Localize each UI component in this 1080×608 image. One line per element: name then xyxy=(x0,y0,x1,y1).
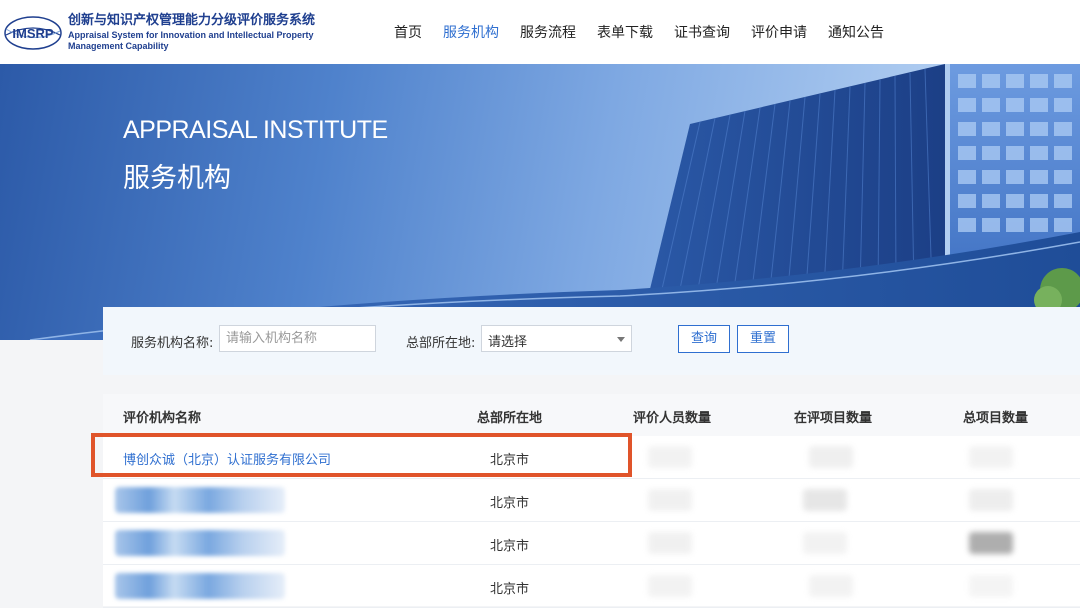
building-illustration xyxy=(29,64,1080,340)
nav-item-notices[interactable]: 通知公告 xyxy=(828,22,884,42)
column-header-institution-name: 评价机构名称 xyxy=(123,411,202,426)
brand-block: 创新与知识产权管理能力分级评价服务系统 Appraisal System for… xyxy=(68,12,315,52)
headquarters-label: 总部所在地: xyxy=(406,336,476,351)
main-nav: 首页 服务机构 服务流程 表单下载 证书查询 评价申请 通知公告 xyxy=(394,0,905,64)
query-button[interactable]: 查询 xyxy=(678,325,730,353)
redacted-ongoing-projects xyxy=(809,446,853,468)
nav-item-certificate-query[interactable]: 证书查询 xyxy=(674,22,730,42)
brand-title-en-line1: Appraisal System for Innovation and Inte… xyxy=(68,30,314,40)
redacted-ongoing-projects xyxy=(803,489,847,511)
table-row: 北京市 xyxy=(103,522,1080,565)
nav-item-home[interactable]: 首页 xyxy=(394,22,422,42)
headquarters-select-value: 请选择 xyxy=(488,335,528,350)
column-header-appraiser-count: 评价人员数量 xyxy=(633,411,712,426)
institution-name-label: 服务机构名称: xyxy=(131,336,214,351)
redacted-institution-name[interactable] xyxy=(115,573,285,599)
redacted-total-projects xyxy=(969,446,1013,468)
brand-title-cn: 创新与知识产权管理能力分级评价服务系统 xyxy=(68,13,316,28)
column-header-total-projects: 总项目数量 xyxy=(963,411,1029,426)
headquarters-cell: 北京市 xyxy=(490,539,530,554)
institution-name-input[interactable] xyxy=(219,325,376,352)
table-row: 博创众诚（北京）认证服务有限公司 北京市 xyxy=(103,436,1080,479)
redacted-total-projects xyxy=(969,575,1013,597)
redacted-ongoing-projects xyxy=(809,575,853,597)
redacted-appraiser-count xyxy=(648,575,692,597)
headquarters-select[interactable]: 请选择 xyxy=(481,325,632,352)
column-header-headquarters: 总部所在地 xyxy=(477,411,543,426)
reset-button[interactable]: 重置 xyxy=(737,325,789,353)
redacted-appraiser-count xyxy=(648,489,692,511)
redacted-total-projects xyxy=(969,532,1013,554)
nav-item-appraisal-application[interactable]: 评价申请 xyxy=(751,22,807,42)
headquarters-cell: 北京市 xyxy=(490,496,530,511)
dropdown-caret-icon xyxy=(617,337,625,342)
redacted-institution-name[interactable] xyxy=(115,487,285,513)
nav-item-service-institutions[interactable]: 服务机构 xyxy=(443,22,499,42)
imsrp-logo[interactable]: IMSRP xyxy=(4,15,62,51)
table-row: 北京市 xyxy=(103,565,1080,608)
hero-banner: APPRAISAL INSTITUTE 服务机构 xyxy=(0,64,1080,340)
top-header: IMSRP 创新与知识产权管理能力分级评价服务系统 Appraisal Syst… xyxy=(0,0,1080,64)
table-row: 北京市 xyxy=(103,479,1080,522)
institution-name-link[interactable]: 博创众诚（北京）认证服务有限公司 xyxy=(123,449,331,468)
table-header: 评价机构名称 总部所在地 评价人员数量 在评项目数量 总项目数量 xyxy=(103,394,1080,436)
column-header-ongoing-projects: 在评项目数量 xyxy=(794,411,873,426)
logo-text: IMSRP xyxy=(12,26,54,41)
redacted-total-projects xyxy=(969,489,1013,511)
brand-title-en-line2: Management Capability xyxy=(68,41,169,51)
redacted-institution-name[interactable] xyxy=(115,530,285,556)
redacted-appraiser-count xyxy=(648,532,692,554)
nav-item-service-process[interactable]: 服务流程 xyxy=(520,22,576,42)
institutions-table: 评价机构名称 总部所在地 评价人员数量 在评项目数量 总项目数量 博创众诚（北京… xyxy=(103,394,1080,608)
banner-title-en: APPRAISAL INSTITUTE xyxy=(123,116,388,144)
headquarters-cell: 北京市 xyxy=(490,582,530,597)
nav-item-form-download[interactable]: 表单下载 xyxy=(597,22,653,42)
redacted-ongoing-projects xyxy=(803,532,847,554)
redacted-appraiser-count xyxy=(648,446,692,468)
headquarters-cell: 北京市 xyxy=(490,453,530,468)
banner-title-cn: 服务机构 xyxy=(123,163,231,194)
search-filter-card: 服务机构名称: 总部所在地: 请选择 查询 重置 xyxy=(103,307,1080,375)
